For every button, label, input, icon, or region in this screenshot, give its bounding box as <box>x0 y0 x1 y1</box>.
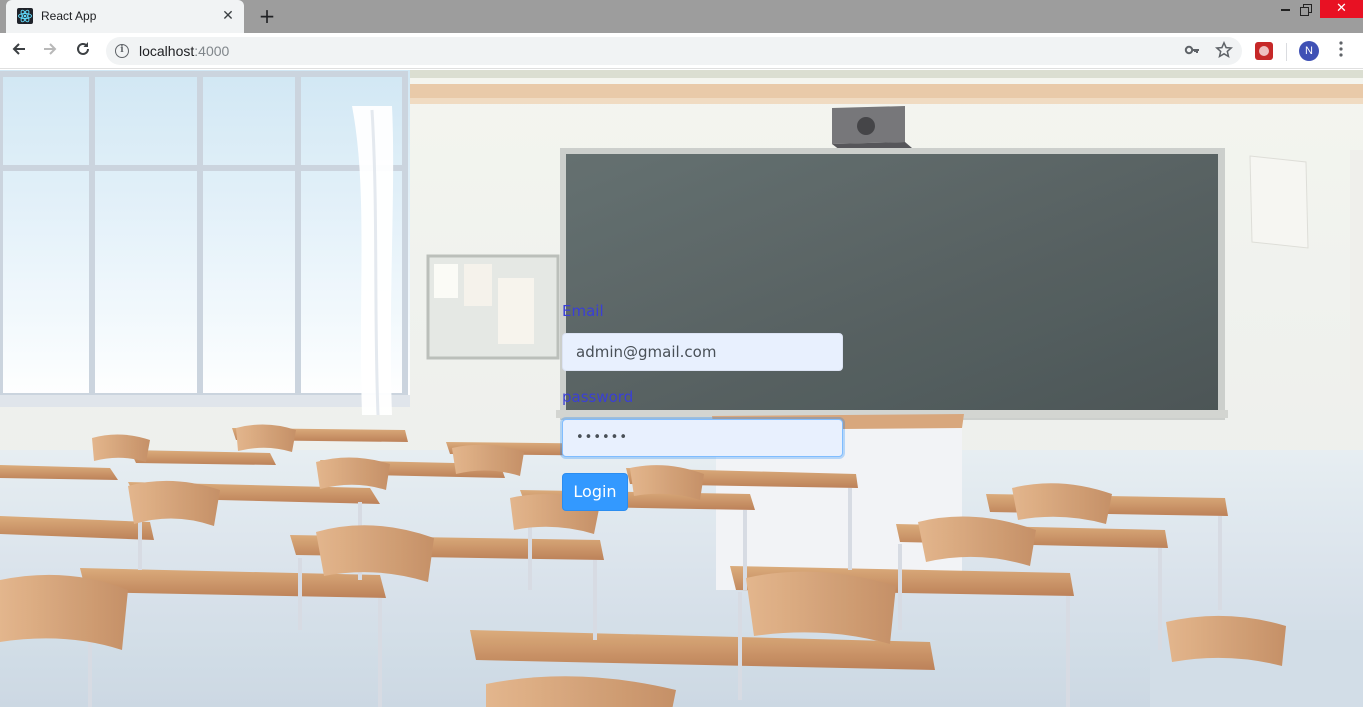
new-tab-button[interactable]: + <box>256 5 278 27</box>
password-field[interactable]: •••••• <box>562 419 843 457</box>
window-close-button[interactable]: ✕ <box>1320 0 1363 18</box>
reload-icon[interactable] <box>72 40 94 62</box>
browser-toolbar: i localhost:4000 N <box>0 33 1363 69</box>
extension-icon[interactable] <box>1255 42 1273 60</box>
email-field[interactable]: admin@gmail.com <box>562 333 843 371</box>
profile-avatar[interactable]: N <box>1299 41 1319 61</box>
tab-strip: React App ✕ + ✕ <box>0 0 1363 33</box>
key-icon[interactable] <box>1183 42 1201 60</box>
back-arrow-icon[interactable] <box>8 40 30 62</box>
address-bar[interactable]: i localhost:4000 <box>106 37 1242 65</box>
site-info-icon[interactable]: i <box>115 44 129 58</box>
react-logo-icon <box>17 8 33 24</box>
email-label: Email <box>562 302 604 320</box>
password-label: password <box>562 388 634 406</box>
url-host: localhost <box>139 43 195 59</box>
login-button[interactable]: Login <box>562 473 628 511</box>
window-minimize-button[interactable] <box>1274 0 1296 18</box>
tab-title: React App <box>41 9 97 23</box>
url-text[interactable]: localhost:4000 <box>139 43 229 59</box>
window-restore-button[interactable] <box>1298 2 1312 16</box>
bookmark-star-icon[interactable] <box>1214 40 1234 61</box>
forward-arrow-icon[interactable] <box>39 40 61 62</box>
page-viewport: Email admin@gmail.com password •••••• Lo… <box>0 70 1363 707</box>
tab-close-icon[interactable]: ✕ <box>220 8 236 24</box>
more-menu-icon[interactable] <box>1334 41 1348 61</box>
url-port: :4000 <box>194 43 230 59</box>
browser-tab[interactable]: React App ✕ <box>6 0 244 33</box>
classroom-background-image <box>0 70 1363 707</box>
toolbar-divider <box>1286 43 1287 61</box>
